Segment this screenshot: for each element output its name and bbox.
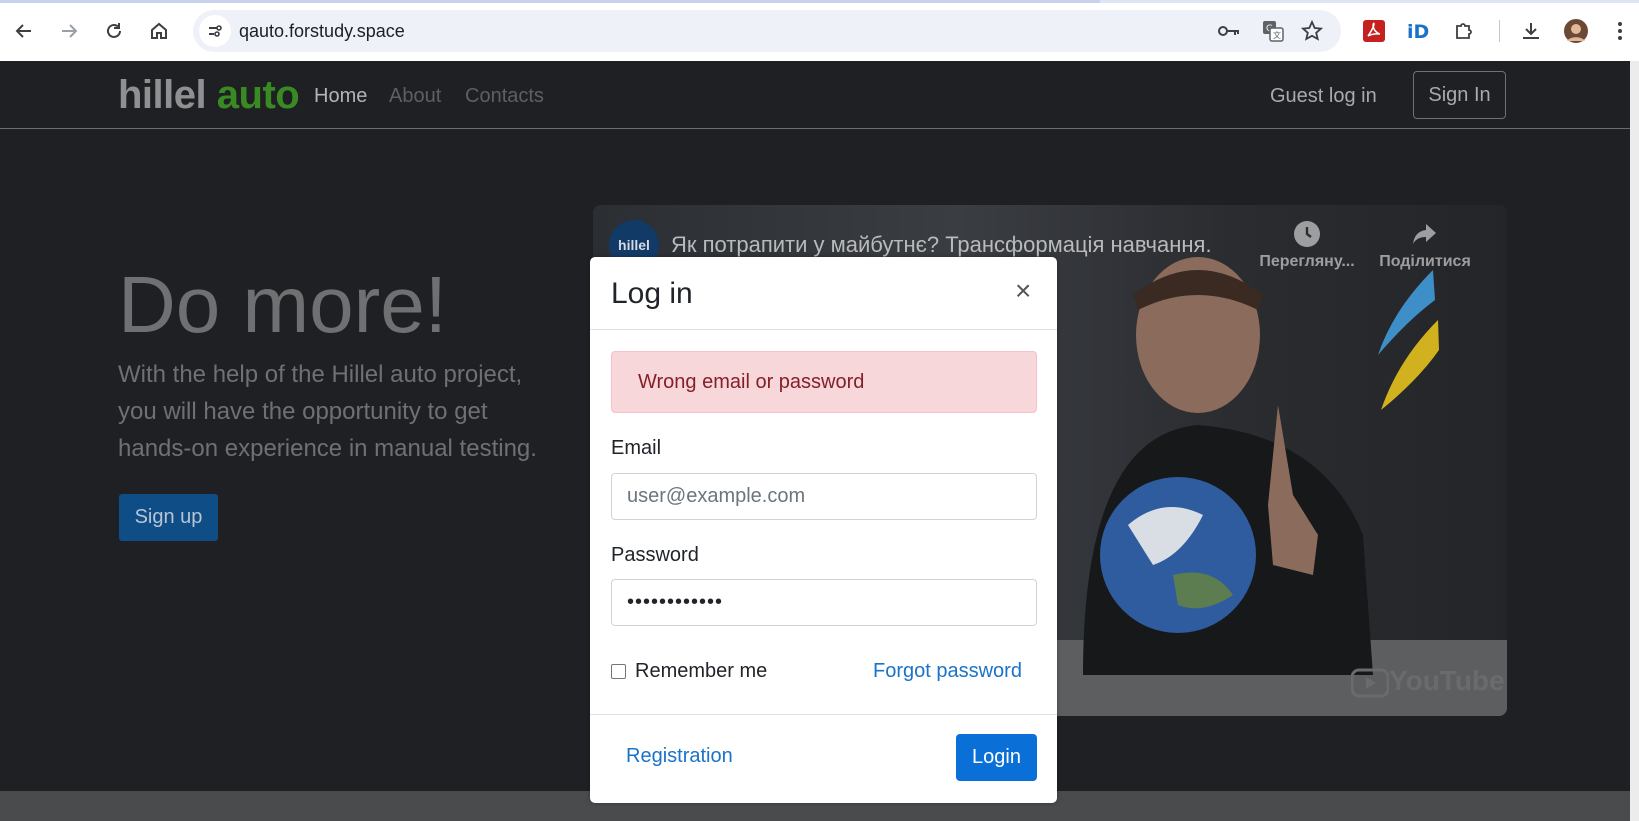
site-header: hillel auto Home About Contacts Guest lo…: [0, 61, 1630, 129]
watch-later-label: Перегляну...: [1259, 253, 1355, 270]
youtube-logo[interactable]: YouTube: [1350, 665, 1505, 698]
translate-icon[interactable]: G文: [1261, 19, 1285, 43]
email-field[interactable]: user@example.com: [611, 473, 1037, 520]
menu-icon[interactable]: [1606, 17, 1634, 45]
remember-me-label[interactable]: Remember me: [635, 660, 767, 683]
svg-text:文: 文: [1273, 30, 1281, 40]
back-icon[interactable]: [8, 15, 40, 47]
key-icon[interactable]: [1217, 19, 1241, 43]
scrollbar[interactable]: [1630, 61, 1639, 821]
browser-toolbar: qauto.forstudy.space G文 iD: [0, 0, 1639, 61]
hero-description: With the help of the Hillel auto project…: [118, 361, 537, 462]
login-button[interactable]: Login: [956, 734, 1037, 781]
modal-header: Log in ×: [590, 257, 1057, 330]
address-bar[interactable]: qauto.forstudy.space G文: [193, 10, 1341, 52]
nav-home[interactable]: Home: [314, 85, 367, 108]
hillel-auto-logo[interactable]: hillel auto: [118, 73, 300, 118]
nav-contacts[interactable]: Contacts: [465, 85, 544, 108]
ukraine-flag-graphic: [1378, 270, 1439, 410]
tab-strip-edge: [0, 0, 1639, 3]
hero-title: Do more!: [118, 260, 447, 349]
extensions-icon[interactable]: [1450, 17, 1478, 45]
forgot-password-link[interactable]: Forgot password: [873, 660, 1022, 683]
youtube-wordmark: YouTube: [1389, 665, 1505, 696]
guest-login-link[interactable]: Guest log in: [1270, 85, 1377, 108]
share-label: Поділитися: [1379, 253, 1471, 270]
svg-text:iD: iD: [1407, 21, 1429, 43]
sign-up-button[interactable]: Sign up: [119, 494, 218, 541]
reload-icon[interactable]: [98, 15, 130, 47]
site-info-icon[interactable]: [199, 15, 231, 47]
pdf-extension-icon[interactable]: [1360, 17, 1388, 45]
remember-me-checkbox[interactable]: [611, 664, 626, 679]
close-icon[interactable]: ×: [1015, 277, 1031, 305]
password-label: Password: [611, 544, 699, 566]
video-presenter-image: [1083, 257, 1373, 675]
logo-auto: auto: [216, 73, 300, 117]
star-icon[interactable]: [1300, 19, 1324, 43]
modal-footer: Registration Login: [590, 714, 1057, 803]
email-label: Email: [611, 437, 662, 459]
password-field[interactable]: ••••••••••••: [611, 579, 1037, 626]
url-text[interactable]: qauto.forstudy.space: [239, 21, 405, 42]
forward-icon[interactable]: [53, 15, 85, 47]
registration-link[interactable]: Registration: [626, 745, 733, 768]
share-button[interactable]: Поділитися: [1375, 221, 1475, 271]
toolbar-separator: [1499, 20, 1500, 42]
video-title[interactable]: Як потрапити у майбутнє? Трансформація н…: [671, 232, 1212, 258]
logo-hillel: hillel: [118, 73, 207, 117]
id-extension-icon[interactable]: iD: [1405, 17, 1433, 45]
sign-in-button[interactable]: Sign In: [1413, 71, 1506, 119]
clock-icon: [1294, 221, 1320, 247]
profile-avatar[interactable]: [1562, 17, 1590, 45]
error-alert: Wrong email or password: [611, 351, 1037, 413]
download-icon[interactable]: [1517, 17, 1545, 45]
modal-title: Log in: [611, 277, 693, 310]
home-icon[interactable]: [143, 15, 175, 47]
watch-later-button[interactable]: Перегляну...: [1257, 221, 1357, 271]
login-modal: Log in × Wrong email or password Email u…: [590, 257, 1057, 803]
share-icon: [1412, 221, 1438, 247]
nav-about[interactable]: About: [389, 85, 441, 108]
